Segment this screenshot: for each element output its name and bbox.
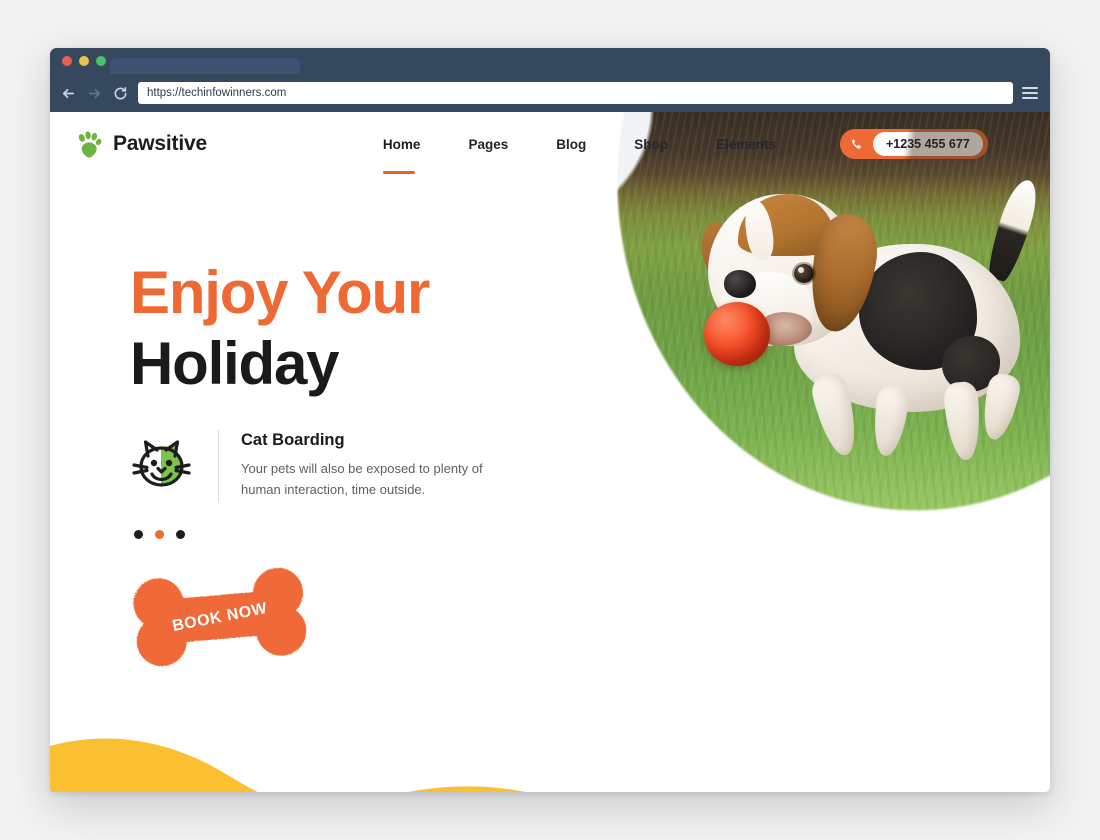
feature-title: Cat Boarding xyxy=(241,430,345,449)
hero-title-line2: Holiday xyxy=(130,329,340,397)
back-arrow-icon[interactable] xyxy=(60,85,77,102)
reload-icon[interactable] xyxy=(112,85,129,102)
page-viewport: Pawsitive Home Pages Blog Shop Elements … xyxy=(50,112,1050,792)
phone-number: +1235 455 677 xyxy=(872,131,984,157)
maximize-window-button[interactable] xyxy=(96,56,106,66)
red-ball-toy xyxy=(704,302,770,366)
hero-image xyxy=(486,112,1050,564)
dog-tail xyxy=(982,175,1044,285)
dog-leg xyxy=(942,380,984,462)
nav-item-shop[interactable]: Shop xyxy=(610,137,692,152)
close-window-button[interactable] xyxy=(62,56,72,66)
browser-tab[interactable] xyxy=(110,58,300,74)
nav-item-home[interactable]: Home xyxy=(359,137,445,174)
carousel-dot-2[interactable] xyxy=(155,529,164,539)
nav-item-pages[interactable]: Pages xyxy=(444,137,532,152)
phone-cta-button[interactable]: +1235 455 677 xyxy=(840,129,988,159)
hamburger-menu-icon[interactable] xyxy=(1022,86,1038,100)
carousel-dot-3[interactable] xyxy=(176,529,185,539)
cat-face-icon xyxy=(132,439,191,487)
nav-item-elements[interactable]: Elements xyxy=(692,137,800,152)
hero-feature: Cat Boarding Your pets will also be expo… xyxy=(130,429,491,502)
paw-print-icon xyxy=(78,130,102,158)
nav-item-blog[interactable]: Blog xyxy=(532,137,610,152)
hero-title: Enjoy Your Holiday xyxy=(130,258,491,400)
minimize-window-button[interactable] xyxy=(79,56,89,66)
site-header: Pawsitive Home Pages Blog Shop Elements … xyxy=(50,112,1050,176)
address-bar[interactable]: https://techinfowinners.com xyxy=(138,82,1013,104)
hero-copy: Enjoy Your Holiday Cat Boarding Your pet… xyxy=(130,258,491,539)
hero-title-line1: Enjoy Your xyxy=(130,259,430,326)
feature-description: Your pets will also be exposed to plenty… xyxy=(241,460,483,497)
brand-name: Pawsitive xyxy=(113,132,207,155)
yellow-wave-shape xyxy=(50,738,526,792)
feature-divider xyxy=(218,429,219,502)
forward-arrow-icon[interactable] xyxy=(86,85,103,102)
main-navigation: Home Pages Blog Shop Elements +1235 455 … xyxy=(359,129,988,174)
dog-bone-icon xyxy=(133,567,307,667)
browser-window: https://techinfowinners.com Pawsitive Ho… xyxy=(50,48,1050,792)
book-now-button[interactable]: BOOK NOW xyxy=(126,564,313,671)
url-text: https://techinfowinners.com xyxy=(147,87,287,99)
window-controls xyxy=(62,56,106,66)
brand-logo[interactable]: Pawsitive xyxy=(76,130,207,158)
browser-titlebar xyxy=(50,48,1050,74)
carousel-pagination xyxy=(134,529,491,539)
hero-bottom-wave xyxy=(486,542,1050,630)
phone-handset-icon xyxy=(840,129,872,159)
carousel-dot-1[interactable] xyxy=(134,529,143,539)
feature-text-block: Cat Boarding Your pets will also be expo… xyxy=(241,431,491,501)
browser-toolbar: https://techinfowinners.com xyxy=(50,74,1050,112)
dog-eye xyxy=(794,264,814,283)
